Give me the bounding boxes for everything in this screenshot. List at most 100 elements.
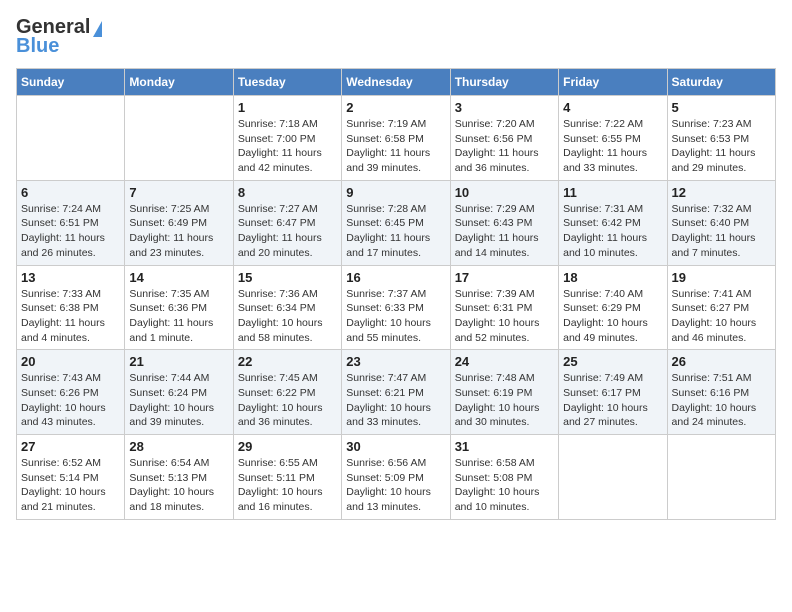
cell-day-number: 8: [238, 185, 337, 200]
cell-day-info: Sunrise: 7:19 AMSunset: 6:58 PMDaylight:…: [346, 117, 445, 176]
cell-day-number: 28: [129, 439, 228, 454]
column-header-monday: Monday: [125, 69, 233, 96]
cell-day-info: Sunrise: 7:43 AMSunset: 6:26 PMDaylight:…: [21, 371, 120, 430]
cell-day-number: 19: [672, 270, 771, 285]
calendar-cell: [667, 435, 775, 520]
logo-triangle-icon: [93, 21, 102, 37]
cell-day-number: 6: [21, 185, 120, 200]
cell-day-number: 25: [563, 354, 662, 369]
calendar-cell: 8 Sunrise: 7:27 AMSunset: 6:47 PMDaylight…: [233, 180, 341, 265]
calendar-cell: 14 Sunrise: 7:35 AMSunset: 6:36 PMDayligh…: [125, 265, 233, 350]
cell-day-info: Sunrise: 7:31 AMSunset: 6:42 PMDaylight:…: [563, 202, 662, 261]
cell-day-number: 27: [21, 439, 120, 454]
column-header-thursday: Thursday: [450, 69, 558, 96]
calendar-cell: [559, 435, 667, 520]
cell-day-info: Sunrise: 7:49 AMSunset: 6:17 PMDaylight:…: [563, 371, 662, 430]
cell-day-number: 11: [563, 185, 662, 200]
calendar-cell: 5 Sunrise: 7:23 AMSunset: 6:53 PMDaylight…: [667, 96, 775, 181]
cell-day-info: Sunrise: 7:36 AMSunset: 6:34 PMDaylight:…: [238, 287, 337, 346]
calendar-cell: 10 Sunrise: 7:29 AMSunset: 6:43 PMDayligh…: [450, 180, 558, 265]
cell-day-info: Sunrise: 7:28 AMSunset: 6:45 PMDaylight:…: [346, 202, 445, 261]
calendar-cell: 28 Sunrise: 6:54 AMSunset: 5:13 PMDayligh…: [125, 435, 233, 520]
calendar-cell: 18 Sunrise: 7:40 AMSunset: 6:29 PMDayligh…: [559, 265, 667, 350]
cell-day-info: Sunrise: 7:51 AMSunset: 6:16 PMDaylight:…: [672, 371, 771, 430]
calendar-cell: 9 Sunrise: 7:28 AMSunset: 6:45 PMDaylight…: [342, 180, 450, 265]
calendar-cell: 16 Sunrise: 7:37 AMSunset: 6:33 PMDayligh…: [342, 265, 450, 350]
calendar-week-row: 27 Sunrise: 6:52 AMSunset: 5:14 PMDayligh…: [17, 435, 776, 520]
cell-day-info: Sunrise: 7:27 AMSunset: 6:47 PMDaylight:…: [238, 202, 337, 261]
calendar-week-row: 20 Sunrise: 7:43 AMSunset: 6:26 PMDayligh…: [17, 350, 776, 435]
column-header-friday: Friday: [559, 69, 667, 96]
header: General Blue: [16, 16, 776, 58]
cell-day-info: Sunrise: 7:20 AMSunset: 6:56 PMDaylight:…: [455, 117, 554, 176]
cell-day-number: 2: [346, 100, 445, 115]
cell-day-number: 20: [21, 354, 120, 369]
cell-day-number: 21: [129, 354, 228, 369]
cell-day-info: Sunrise: 7:18 AMSunset: 7:00 PMDaylight:…: [238, 117, 337, 176]
cell-day-info: Sunrise: 7:41 AMSunset: 6:27 PMDaylight:…: [672, 287, 771, 346]
calendar-cell: 15 Sunrise: 7:36 AMSunset: 6:34 PMDayligh…: [233, 265, 341, 350]
cell-day-info: Sunrise: 7:37 AMSunset: 6:33 PMDaylight:…: [346, 287, 445, 346]
calendar-cell: 2 Sunrise: 7:19 AMSunset: 6:58 PMDaylight…: [342, 96, 450, 181]
cell-day-number: 16: [346, 270, 445, 285]
cell-day-info: Sunrise: 6:54 AMSunset: 5:13 PMDaylight:…: [129, 456, 228, 515]
cell-day-number: 29: [238, 439, 337, 454]
column-header-saturday: Saturday: [667, 69, 775, 96]
cell-day-info: Sunrise: 7:22 AMSunset: 6:55 PMDaylight:…: [563, 117, 662, 176]
cell-day-number: 3: [455, 100, 554, 115]
logo: General Blue: [16, 16, 102, 58]
cell-day-info: Sunrise: 7:44 AMSunset: 6:24 PMDaylight:…: [129, 371, 228, 430]
cell-day-info: Sunrise: 7:39 AMSunset: 6:31 PMDaylight:…: [455, 287, 554, 346]
calendar-cell: 23 Sunrise: 7:47 AMSunset: 6:21 PMDayligh…: [342, 350, 450, 435]
cell-day-info: Sunrise: 6:58 AMSunset: 5:08 PMDaylight:…: [455, 456, 554, 515]
cell-day-number: 13: [21, 270, 120, 285]
calendar-cell: 25 Sunrise: 7:49 AMSunset: 6:17 PMDayligh…: [559, 350, 667, 435]
cell-day-number: 23: [346, 354, 445, 369]
cell-day-number: 18: [563, 270, 662, 285]
calendar-cell: 29 Sunrise: 6:55 AMSunset: 5:11 PMDayligh…: [233, 435, 341, 520]
cell-day-number: 12: [672, 185, 771, 200]
calendar-cell: 27 Sunrise: 6:52 AMSunset: 5:14 PMDayligh…: [17, 435, 125, 520]
cell-day-info: Sunrise: 6:52 AMSunset: 5:14 PMDaylight:…: [21, 456, 120, 515]
calendar-week-row: 1 Sunrise: 7:18 AMSunset: 7:00 PMDaylight…: [17, 96, 776, 181]
logo-blue-text: Blue: [16, 35, 59, 58]
cell-day-number: 5: [672, 100, 771, 115]
calendar-cell: 24Sunrise: 7:48 AMSunset: 6:19 PMDayligh…: [450, 350, 558, 435]
calendar-cell: 17Sunrise: 7:39 AMSunset: 6:31 PMDayligh…: [450, 265, 558, 350]
cell-day-info: Sunrise: 6:56 AMSunset: 5:09 PMDaylight:…: [346, 456, 445, 515]
calendar-cell: 13 Sunrise: 7:33 AMSunset: 6:38 PMDayligh…: [17, 265, 125, 350]
calendar-cell: 3 Sunrise: 7:20 AMSunset: 6:56 PMDaylight…: [450, 96, 558, 181]
calendar-week-row: 6 Sunrise: 7:24 AMSunset: 6:51 PMDaylight…: [17, 180, 776, 265]
cell-day-number: 9: [346, 185, 445, 200]
cell-day-info: Sunrise: 7:23 AMSunset: 6:53 PMDaylight:…: [672, 117, 771, 176]
cell-day-info: Sunrise: 7:24 AMSunset: 6:51 PMDaylight:…: [21, 202, 120, 261]
cell-day-number: 22: [238, 354, 337, 369]
calendar-cell: [125, 96, 233, 181]
calendar-week-row: 13 Sunrise: 7:33 AMSunset: 6:38 PMDayligh…: [17, 265, 776, 350]
column-header-tuesday: Tuesday: [233, 69, 341, 96]
cell-day-number: 10: [455, 185, 554, 200]
column-header-sunday: Sunday: [17, 69, 125, 96]
cell-day-info: Sunrise: 7:29 AMSunset: 6:43 PMDaylight:…: [455, 202, 554, 261]
calendar-cell: 31 Sunrise: 6:58 AMSunset: 5:08 PMDayligh…: [450, 435, 558, 520]
calendar-cell: 26Sunrise: 7:51 AMSunset: 6:16 PMDayligh…: [667, 350, 775, 435]
calendar-cell: 21 Sunrise: 7:44 AMSunset: 6:24 PMDayligh…: [125, 350, 233, 435]
cell-day-info: Sunrise: 6:55 AMSunset: 5:11 PMDaylight:…: [238, 456, 337, 515]
cell-day-number: 15: [238, 270, 337, 285]
calendar-table: SundayMondayTuesdayWednesdayThursdayFrid…: [16, 68, 776, 520]
cell-day-number: 14: [129, 270, 228, 285]
cell-day-info: Sunrise: 7:33 AMSunset: 6:38 PMDaylight:…: [21, 287, 120, 346]
calendar-cell: 19 Sunrise: 7:41 AMSunset: 6:27 PMDayligh…: [667, 265, 775, 350]
calendar-cell: 30Sunrise: 6:56 AMSunset: 5:09 PMDayligh…: [342, 435, 450, 520]
cell-day-info: Sunrise: 7:47 AMSunset: 6:21 PMDaylight:…: [346, 371, 445, 430]
calendar-cell: 20 Sunrise: 7:43 AMSunset: 6:26 PMDayligh…: [17, 350, 125, 435]
cell-day-info: Sunrise: 7:40 AMSunset: 6:29 PMDaylight:…: [563, 287, 662, 346]
cell-day-number: 24: [455, 354, 554, 369]
calendar-cell: 4Sunrise: 7:22 AMSunset: 6:55 PMDaylight…: [559, 96, 667, 181]
cell-day-number: 7: [129, 185, 228, 200]
cell-day-number: 1: [238, 100, 337, 115]
calendar-cell: 11 Sunrise: 7:31 AMSunset: 6:42 PMDayligh…: [559, 180, 667, 265]
cell-day-number: 31: [455, 439, 554, 454]
cell-day-info: Sunrise: 7:35 AMSunset: 6:36 PMDaylight:…: [129, 287, 228, 346]
calendar-header-row: SundayMondayTuesdayWednesdayThursdayFrid…: [17, 69, 776, 96]
